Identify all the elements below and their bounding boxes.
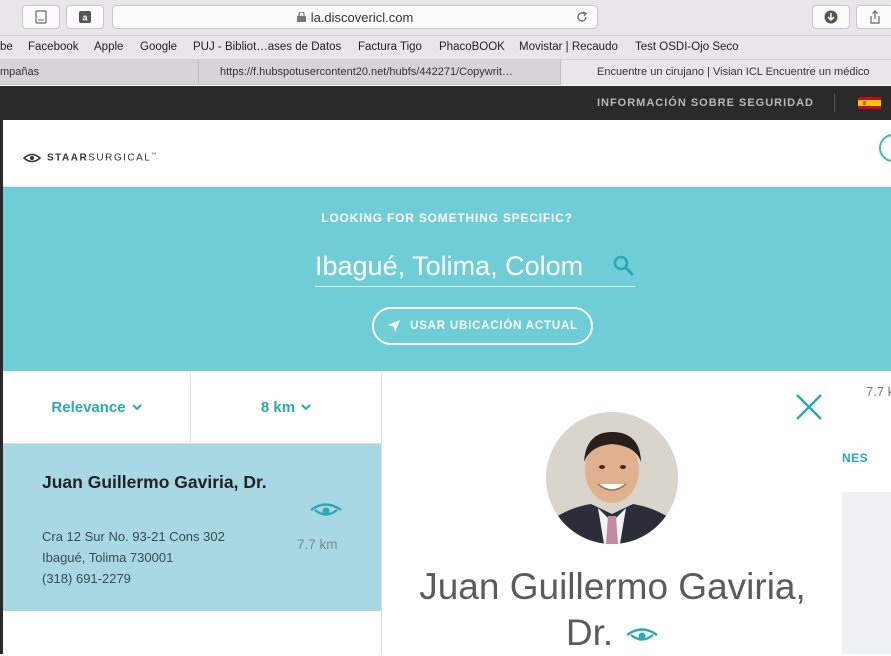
bookmark-item[interactable]: Apple [94,41,123,53]
right-strip: 7.7 k NES [842,372,891,654]
doctor-detail-panel: Juan Guillermo Gaviria, Dr. [381,372,842,654]
doctor-portrait-image [546,412,678,544]
safety-info-link[interactable]: INFORMACIÓN SOBRE SEGURIDAD [597,97,814,109]
staar-logo[interactable]: STAARSURGICAL™ [23,151,158,165]
radius-label: 8 km [260,399,296,416]
bookmark-item[interactable]: be [0,41,13,53]
logo-bold: STAAR [47,152,89,164]
hero-title: LOOKING FOR SOMETHING SPECIFIC? [321,211,573,225]
bookmark-item[interactable]: Factura Tigo [358,41,422,53]
tab-title: Encuentre un cirujano | Visian ICL Encue… [597,66,870,78]
bookmark-item[interactable]: Facebook [28,41,79,53]
bookmark-item[interactable]: Google [140,41,177,53]
logo-tm: ™ [151,152,158,159]
result-card[interactable]: Juan Guillermo Gaviria, Dr. Cra 12 Sur N… [3,444,381,611]
divider [834,94,835,112]
search-box [315,245,635,287]
spain-flag-icon[interactable] [858,97,881,109]
search-icon[interactable] [613,255,635,277]
address-line-1: Cra 12 Sur No. 93-21 Cons 302 [42,529,225,544]
location-search-input[interactable] [315,249,605,283]
site-header: STAARSURGICAL™ [3,120,891,187]
reader-button[interactable] [22,5,60,29]
share-button[interactable] [856,5,891,29]
eye-icon [626,628,658,641]
download-icon [824,10,838,24]
eye-logo-icon [23,153,41,163]
tab-title: https://f.hubspotusercontent20.net/hubfs… [220,66,513,78]
radius-dropdown[interactable]: 8 km [191,372,381,444]
amazon-icon: a [79,11,91,23]
reload-icon[interactable] [575,10,589,24]
eye-icon [310,503,342,516]
doctor-address: Cra 12 Sur No. 93-21 Cons 302 Ibagué, To… [42,526,225,589]
downloads-button[interactable] [812,5,850,29]
search-hero: LOOKING FOR SOMETHING SPECIFIC? USAR UBI… [3,187,891,371]
tab-bar: mpañas https://f.hubspotusercontent20.ne… [0,60,891,85]
share-icon [870,10,880,24]
close-icon[interactable] [794,392,824,422]
chevron-down-icon [131,404,142,411]
panel-doctor-name: Juan Guillermo Gaviria, Dr. [382,564,843,656]
map-area[interactable] [842,492,891,654]
bookmarks-bar: be Facebook Apple Google PUJ - Bibliot…a… [0,36,891,60]
site-topbar: INFORMACIÓN SOBRE SEGURIDAD [3,86,891,120]
panel-name-line1: Juan Guillermo Gaviria, [419,566,806,607]
tab-label-partial[interactable]: NES [842,451,868,465]
header-circle-button[interactable] [879,134,891,162]
bookmark-item[interactable]: Movistar | Recaudo [519,41,618,53]
bookmark-item[interactable]: PhacoBOOK [439,41,505,53]
address-line-2: Ibagué, Tolima 730001 [42,550,174,565]
location-arrow-icon [388,320,401,332]
logo-light: SURGICAL [88,152,152,164]
distance-partial: 7.7 k [866,384,891,399]
location-button-label: USAR UBICACIÓN ACTUAL [410,320,578,332]
tab-title: mpañas [0,66,40,78]
use-current-location-button[interactable]: USAR UBICACIÓN ACTUAL [372,307,593,345]
amazon-extension-button[interactable]: a [66,5,104,29]
bookmark-item[interactable]: PUJ - Bibliot…ases de Datos [193,41,341,53]
browser-tab[interactable]: https://f.hubspotusercontent20.net/hubfs… [198,60,560,85]
sort-dropdown[interactable]: Relevance [3,372,191,444]
document-icon [35,10,47,24]
sort-label: Relevance [51,399,126,416]
chevron-down-icon [301,404,311,411]
browser-tab-active[interactable]: Encuentre un cirujano | Visian ICL Encue… [560,60,891,85]
doctor-name[interactable]: Juan Guillermo Gaviria, Dr. [42,468,272,496]
doctor-photo [546,412,678,544]
bookmark-item[interactable]: Test OSDI-Ojo Seco [635,41,739,53]
browser-toolbar: a la.discovericl.com [0,0,891,36]
panel-name-line2: Dr. [565,612,614,653]
lock-icon [296,12,306,22]
distance: 7.7 km [297,537,338,552]
browser-tab[interactable]: mpañas [0,60,198,85]
url-text: la.discovericl.com [310,9,414,25]
phone-number[interactable]: (318) 691-2279 [42,568,225,589]
address-bar[interactable]: la.discovericl.com [112,5,598,29]
